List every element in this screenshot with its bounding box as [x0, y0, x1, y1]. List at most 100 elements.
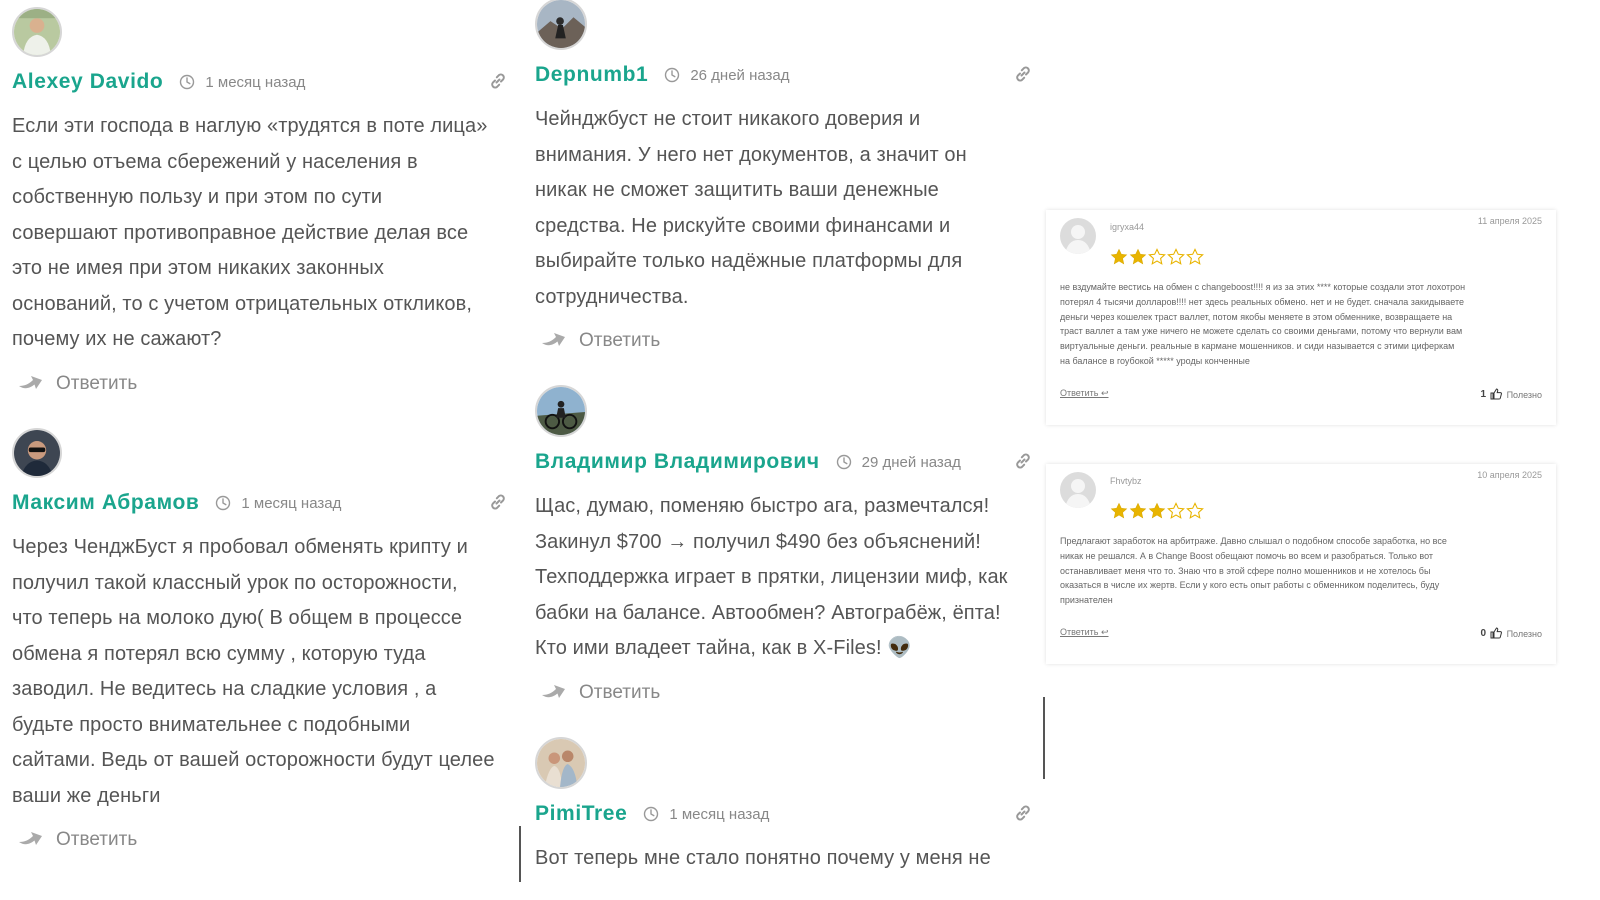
review-text: не вздумайте вестись на обмен с changebo… [1060, 280, 1542, 369]
user-avatar-icon [1060, 472, 1096, 508]
link-icon[interactable] [1013, 64, 1033, 84]
review-line: останавливает меня что то. Знаю что в эт… [1060, 565, 1431, 576]
comment-line: заводил. Не ведитесь на сладкие условия … [12, 678, 437, 700]
star-rating [1110, 502, 1205, 520]
comment-line: Через ЧенджБуст я пробовал обменять крип… [12, 536, 468, 558]
comment-line: выбирайте только надёжные платформы для [535, 250, 963, 272]
star-filled-icon [1129, 502, 1147, 520]
author-name[interactable]: Владимир Владимирович [535, 450, 820, 474]
star-rating [1110, 248, 1205, 266]
link-icon[interactable] [1013, 451, 1033, 471]
comment-line: почему их не сажают? [12, 328, 222, 350]
reply-icon [16, 828, 44, 852]
review-reply-link[interactable]: Ответить ↩ [1060, 388, 1109, 399]
star-filled-icon [1110, 502, 1128, 520]
comment-card: Alexey Davido 1 месяц назад Если эти гос… [12, 7, 508, 396]
like-button[interactable]: 1 [1480, 388, 1502, 400]
reply-label: Ответить [579, 330, 661, 351]
review-line: никак не решался. А в Change Boost обеща… [1060, 550, 1434, 561]
reviewer-name[interactable]: Fhvtybz [1110, 476, 1142, 486]
clock-icon [643, 806, 659, 822]
link-icon[interactable] [488, 71, 508, 91]
useful-label[interactable]: Полезно [1507, 390, 1542, 400]
comment-line: собственную пользу и при этом по сути [12, 186, 383, 208]
comment-line: Чейнджбуст не стоит никакого доверия и [535, 108, 921, 130]
star-empty-icon [1186, 502, 1204, 520]
reply-button[interactable]: Ответить [12, 828, 508, 852]
author-name[interactable]: Максим Абрамов [12, 491, 199, 515]
comment-card: Depnumb1 26 дней назад Чейнджбуст не сто… [535, 0, 1033, 353]
review-card: igryxa44 11 апреля 2025 не вздумайте вес… [1046, 210, 1556, 425]
star-filled-icon [1129, 248, 1147, 266]
comment-text: Если эти господа в наглую «трудятся в по… [12, 109, 508, 358]
comment-card: Максим Абрамов 1 месяц назад Через Чендж… [12, 428, 508, 852]
reply-button[interactable]: Ответить [12, 372, 508, 396]
comment-line: будьте просто внимательнее с подобными [12, 713, 411, 736]
thumbs-up-icon [1490, 388, 1502, 400]
clock-icon [179, 74, 195, 90]
avatar[interactable] [12, 428, 62, 478]
comment-line: внимания. У него нет документов, а значи… [535, 143, 967, 166]
comment-line: средства. Не рискуйте своими финансами и [535, 214, 951, 237]
comment-line: совершают противоправное действие делая … [12, 221, 469, 244]
comment-line: сайтами. Ведь от вашей осторожности буду… [12, 749, 495, 771]
avatar[interactable] [535, 0, 587, 50]
author-name[interactable]: PimiTree [535, 802, 627, 826]
clock-icon [215, 495, 231, 511]
thread-line [519, 826, 521, 882]
star-filled-icon [1110, 248, 1128, 266]
review-text: Предлагают заработок на арбитраже. Давно… [1060, 534, 1542, 608]
like-button[interactable]: 0 [1480, 627, 1502, 639]
avatar[interactable] [535, 737, 587, 789]
link-icon[interactable] [1013, 803, 1033, 823]
comment-text: Вот теперь мне стало понятно почему у ме… [535, 841, 1033, 877]
comment-line: Если эти господа в наглую «трудятся в по… [12, 115, 488, 137]
reply-label: Ответить [579, 681, 661, 703]
like-count: 0 [1480, 627, 1486, 639]
comment-line: бабки на балансе. Автообмен? Автограбёж,… [535, 601, 1001, 624]
comment-text: Чейнджбуст не стоит никакого доверия и в… [535, 102, 1033, 315]
avatar[interactable] [12, 7, 62, 57]
review-line: на балансе в гоубокой ***** уроды кончен… [1060, 355, 1250, 366]
review-date: 10 апреля 2025 [1477, 470, 1542, 480]
comment-line: оснований, то с учетом отрицательных отк… [12, 292, 473, 315]
comment-time: 29 дней назад [861, 453, 961, 471]
author-name[interactable]: Alexey Davido [12, 70, 163, 94]
star-empty-icon [1186, 248, 1204, 266]
comment-card: Владимир Владимирович 29 дней назад Щас,… [535, 385, 1033, 705]
review-line: признателен [1060, 595, 1113, 606]
comment-line: это не имея при этом никаких законных [12, 257, 384, 279]
comment-time: 1 месяц назад [669, 805, 770, 823]
reply-button[interactable]: Ответить [535, 681, 1033, 705]
reply-icon [539, 681, 567, 705]
reply-label: Ответить [56, 829, 138, 850]
comment-line: Кто ими владеет тайна, как в X-Files! 👽 [535, 637, 913, 659]
comment-line: что теперь на молоко дую( В общем в проц… [12, 607, 463, 629]
review-line: виртуальные деньги. реальные в кармане м… [1060, 341, 1455, 352]
avatar[interactable] [535, 385, 587, 437]
review-line: потерял 4 тысячи долларов!!!! нет здесь … [1060, 296, 1464, 307]
review-reply-link[interactable]: Ответить ↩ [1060, 627, 1109, 638]
reply-label: Ответить [56, 372, 138, 394]
thread-line [1043, 697, 1045, 779]
like-count: 1 [1480, 388, 1486, 400]
review-line: деньги через кошелек траст валлет, потом… [1060, 311, 1453, 322]
review-line: оказаться в числе их жертв. Если у кого … [1060, 580, 1440, 591]
link-icon[interactable] [488, 492, 508, 512]
comment-time: 1 месяц назад [205, 73, 306, 91]
comment-line: Вот теперь мне стало понятно почему у ме… [535, 847, 991, 869]
reviewer-name[interactable]: igryxa44 [1110, 222, 1144, 232]
user-avatar-icon [1060, 218, 1096, 254]
comment-line: получил такой классный урок по осторожно… [12, 571, 458, 594]
review-line: не вздумайте вестись на обмен с changebo… [1060, 282, 1466, 292]
useful-label[interactable]: Полезно [1507, 629, 1542, 639]
comment-line: сотрудничества. [535, 285, 689, 308]
comment-time: 1 месяц назад [241, 494, 342, 512]
comment-line: обмена я потерял всю сумму , которую туд… [12, 642, 426, 665]
comment-line: Техподдержка играет в прятки, лицензии м… [535, 566, 1008, 588]
comment-card: PimiTree 1 месяц назад Вот теперь мне ст… [535, 737, 1033, 877]
comment-text: Через ЧенджБуст я пробовал обменять крип… [12, 530, 508, 814]
reply-button[interactable]: Ответить [535, 329, 1033, 353]
author-name[interactable]: Depnumb1 [535, 63, 648, 87]
reply-icon [539, 329, 567, 353]
